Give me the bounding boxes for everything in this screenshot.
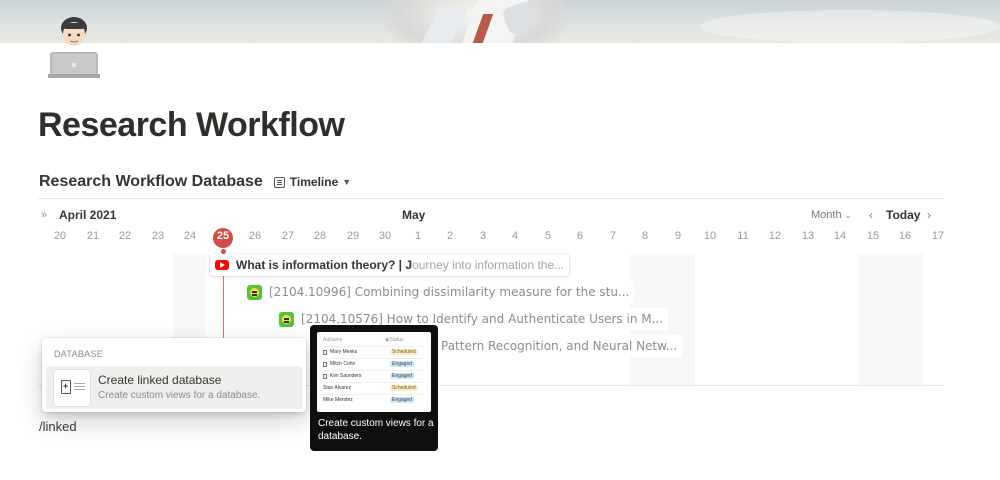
day-label: 22 <box>118 230 132 242</box>
day-label: 4 <box>511 230 519 242</box>
preview-row: Mike Mendez Engaged <box>323 394 425 404</box>
item-title-overflow: ourney into information the... <box>412 258 565 272</box>
preview-caption: Create custom views for a database. <box>318 418 434 442</box>
menu-item-description: Create custom views for a database. <box>98 390 261 401</box>
month-label-april: April 2021 <box>59 208 117 222</box>
preview-row: Mary Meeks Scheduled <box>323 346 425 356</box>
slash-command-menu: DATABASE Create linked database Create c… <box>42 338 306 412</box>
page-icon[interactable] <box>46 14 102 78</box>
day-label: 13 <box>801 230 815 242</box>
day-label: 6 <box>576 230 584 242</box>
day-label: 12 <box>768 230 782 242</box>
day-label: 1 <box>414 230 422 242</box>
chevron-down-icon: ▼ <box>342 177 352 187</box>
day-label: 23 <box>151 230 165 242</box>
timeline-item[interactable]: Pattern Recognition, and Neural Netw... <box>436 335 683 357</box>
day-label-today: 25 <box>216 230 230 242</box>
day-label: 8 <box>641 230 649 242</box>
page-title[interactable]: Research Workflow <box>38 106 345 145</box>
menu-section-label: DATABASE <box>54 349 104 359</box>
collapse-sidebar-icon[interactable]: » <box>41 209 47 221</box>
item-title: [2104.10996] Combining dissimilarity mea… <box>269 285 630 299</box>
day-label: 14 <box>833 230 847 242</box>
day-label: 29 <box>346 230 360 242</box>
day-label: 3 <box>479 230 487 242</box>
previous-arrow-icon[interactable]: ‹ <box>869 208 873 222</box>
day-label: 2 <box>446 230 454 242</box>
scale-select[interactable]: Month ⌄ <box>811 209 851 221</box>
youtube-icon <box>215 260 229 270</box>
preview-image: Aa Name ◉ Status Mary Meeks Scheduled Mi… <box>317 332 431 412</box>
day-label: 30 <box>378 230 392 242</box>
day-label: 15 <box>866 230 880 242</box>
day-label: 17 <box>931 230 945 242</box>
chevron-down-icon: ⌄ <box>844 211 852 220</box>
day-label: 24 <box>183 230 197 242</box>
day-label: 26 <box>248 230 262 242</box>
day-label: 7 <box>609 230 617 242</box>
create-linked-database-option[interactable]: Create linked database Create custom vie… <box>46 366 302 409</box>
day-label: 16 <box>898 230 912 242</box>
day-label: 21 <box>86 230 100 242</box>
database-header: Research Workflow Database Timeline ▼ <box>39 172 351 192</box>
item-title: What is information theory? | J <box>236 258 413 272</box>
day-label: 5 <box>544 230 552 242</box>
preview-row: Stan Alvarez Scheduled <box>323 382 425 392</box>
option-preview-tooltip: Aa Name ◉ Status Mary Meeks Scheduled Mi… <box>310 325 438 451</box>
timeline-item[interactable]: [2104.10996] Combining dissimilarity mea… <box>242 281 635 303</box>
item-title: Pattern Recognition, and Neural Netw... <box>441 339 678 353</box>
cover-image[interactable] <box>0 0 1000 43</box>
preview-col-status: ◉ Status <box>385 337 404 343</box>
next-arrow-icon[interactable]: › <box>927 208 931 222</box>
database-title[interactable]: Research Workflow Database <box>39 173 263 191</box>
day-label: 10 <box>703 230 717 242</box>
day-label: 20 <box>53 230 67 242</box>
month-label-may: May <box>402 208 426 222</box>
arxiv-icon <box>247 284 262 300</box>
item-title: [2104.10576] How to Identify and Authent… <box>301 312 664 326</box>
day-scale: 20 21 22 23 24 25 26 27 28 29 30 1 2 3 4… <box>38 230 958 246</box>
menu-item-title: Create linked database <box>98 373 222 387</box>
linked-database-icon <box>53 369 91 407</box>
today-button[interactable]: Today <box>886 208 920 222</box>
preview-col-name: Aa Name <box>323 337 343 343</box>
timeline-item[interactable]: What is information theory? | Journey in… <box>210 254 570 276</box>
weekend-column <box>858 254 923 385</box>
list-view-icon <box>273 176 285 188</box>
technologist-icon <box>48 17 100 78</box>
preview-row: Kim Saunders Engaged <box>323 370 425 380</box>
editor-text-block[interactable]: /linked <box>39 419 77 434</box>
day-label: 9 <box>674 230 682 242</box>
arxiv-icon <box>279 311 294 327</box>
day-label: 28 <box>313 230 327 242</box>
preview-row: Mitch Cohn Engaged <box>323 358 425 368</box>
day-label: 11 <box>737 230 749 242</box>
view-switcher[interactable]: Timeline ▼ <box>273 175 352 189</box>
divider <box>38 198 944 199</box>
day-label: 27 <box>281 230 295 242</box>
view-label: Timeline <box>289 175 339 189</box>
